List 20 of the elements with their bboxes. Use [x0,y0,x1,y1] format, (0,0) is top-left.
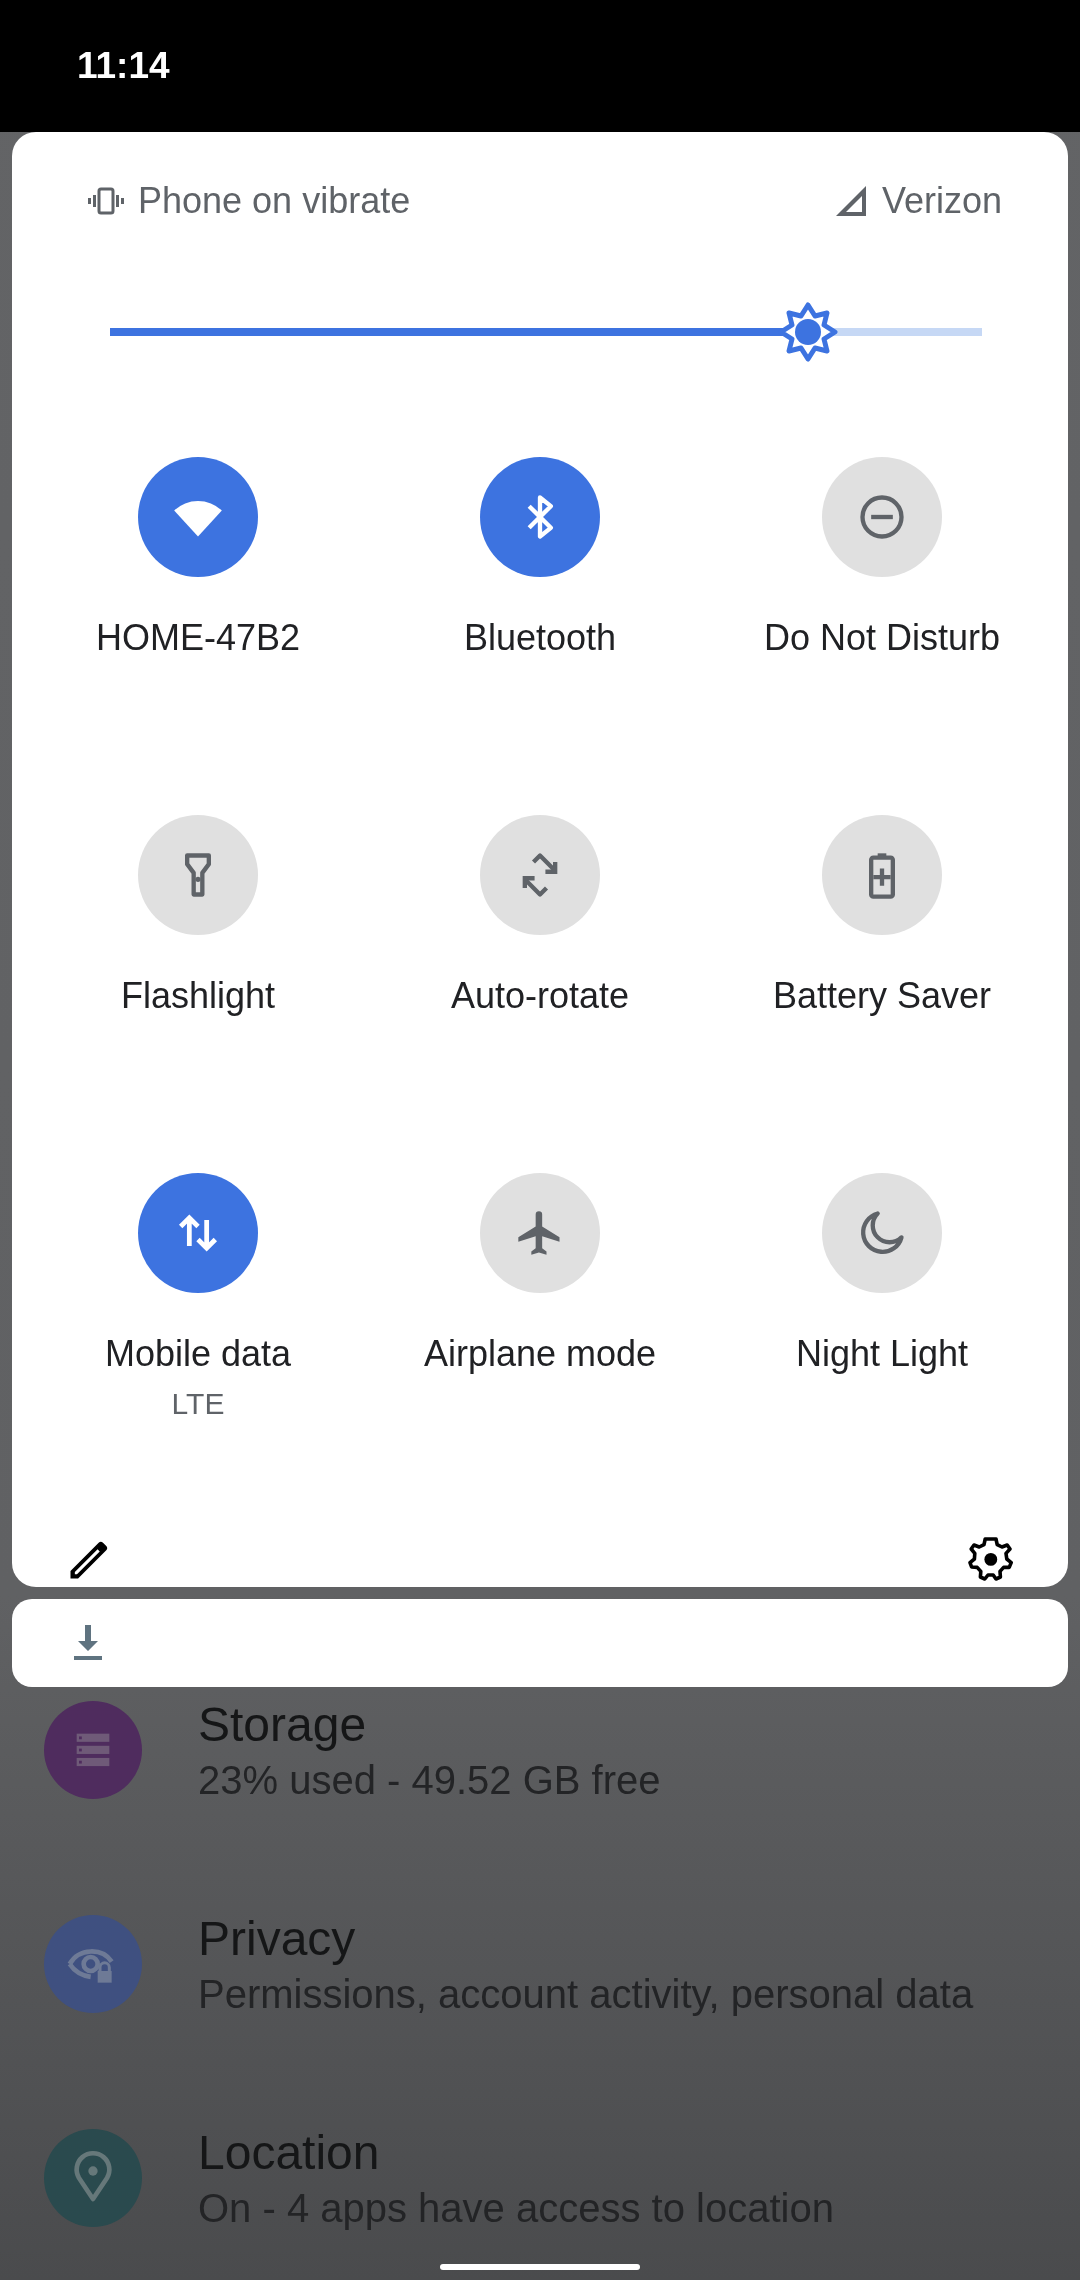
tile-label[interactable]: Battery Saver [772,975,992,1017]
ringer-status: Phone on vibrate [138,180,411,222]
vibrate-icon [88,187,124,215]
tile-label[interactable]: Airplane mode [423,1333,657,1375]
settings-icon[interactable] [968,1535,1016,1583]
clock-time: 11:14 [77,45,170,87]
tile-label[interactable]: HOME-47B2 [95,617,301,659]
tile-label[interactable]: Do Not Disturb [763,617,1001,659]
download-icon [74,1625,102,1661]
setting-title: Location [198,2125,381,2180]
tile-label[interactable]: Bluetooth [463,617,617,659]
tile-label[interactable]: Night Light [795,1333,969,1375]
setting-summary: 23% used - 49.52 GB free [198,1758,661,1803]
tile-label[interactable]: Auto-rotate [450,975,630,1017]
tile-label[interactable]: Mobile data [104,1333,292,1375]
setting-title: Privacy [198,1911,357,1966]
carrier-name: Verizon [881,180,1002,222]
setting-title: Storage [198,1697,368,1752]
tile-label[interactable]: Flashlight [120,975,276,1017]
tile-sublabel: LTE [171,1387,225,1421]
